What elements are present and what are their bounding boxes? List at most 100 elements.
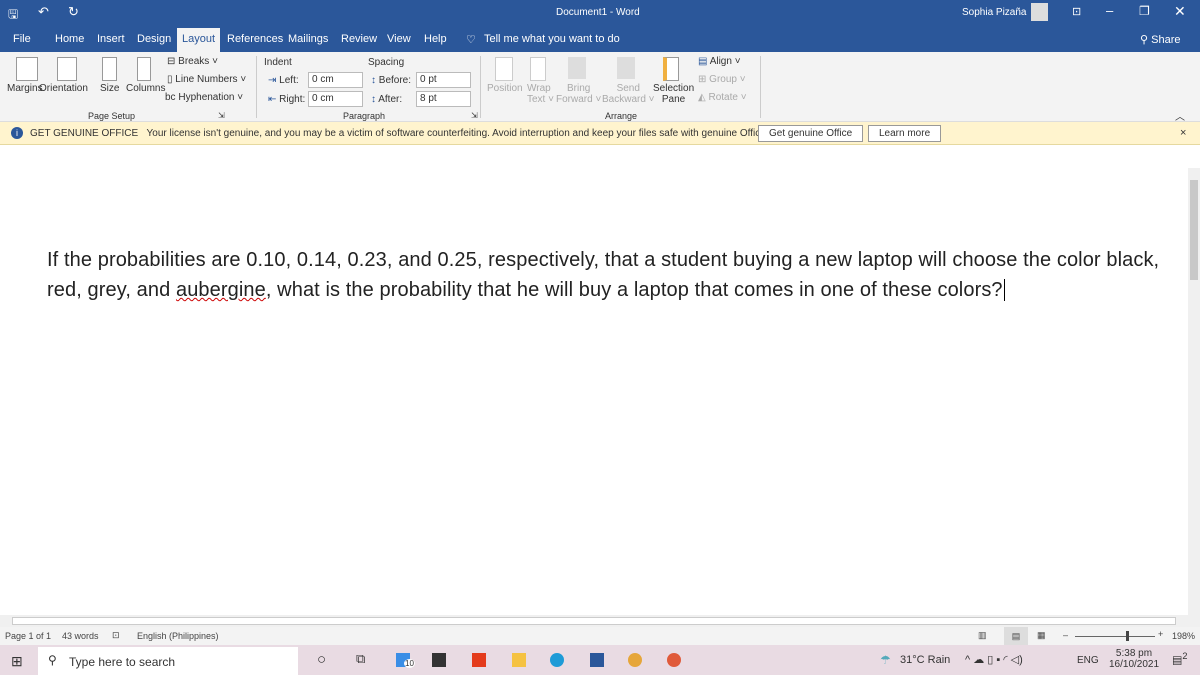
read-mode-icon[interactable]: ▥ [978, 630, 987, 641]
dialog-launcher-icon[interactable]: ⇲ [471, 111, 478, 120]
text-cursor [1003, 279, 1005, 301]
weather[interactable]: 31°C Rain [900, 654, 950, 666]
position-button[interactable]: Position [487, 83, 523, 94]
tab-file[interactable]: File [13, 33, 31, 45]
zoom-slider-thumb[interactable] [1126, 631, 1129, 641]
columns-icon [137, 57, 151, 81]
word-icon[interactable] [590, 653, 604, 667]
document-body[interactable]: If the probabilities are 0.10, 0.14, 0.2… [47, 245, 1167, 305]
windows-start-icon[interactable]: ⊞ [11, 653, 23, 670]
group-button[interactable]: ⊞ Group ˅ [698, 74, 746, 85]
size-button[interactable]: Size [100, 83, 119, 94]
restore-icon[interactable]: ❐ [1139, 4, 1150, 18]
web-layout-icon[interactable]: ▦ [1037, 630, 1046, 641]
cortana-icon[interactable]: ○ [317, 651, 326, 668]
misspelled-word[interactable]: aubergine [176, 279, 266, 301]
store-icon[interactable] [432, 653, 446, 667]
mail-icon[interactable]: 10 [396, 653, 415, 668]
page-count[interactable]: Page 1 of 1 [5, 631, 51, 641]
clock[interactable]: 5:38 pm 16/10/2021 [1109, 648, 1159, 670]
ribbon: Margins Orientation Size Columns ⊟ Break… [0, 52, 1200, 123]
tab-references[interactable]: References [227, 33, 283, 45]
chrome-profile-icon[interactable] [667, 653, 681, 667]
horizontal-scrollbar[interactable] [0, 615, 1200, 627]
license-banner: i GET GENUINE OFFICE Your license isn't … [0, 122, 1200, 145]
tab-view[interactable]: View [387, 33, 411, 45]
hyphenation-button[interactable]: bc Hyphenation ˅ [165, 92, 243, 103]
size-icon [102, 57, 117, 81]
proofing-icon[interactable]: ⊡ [112, 630, 120, 641]
chrome-icon[interactable] [628, 653, 642, 667]
zoom-slider[interactable] [1075, 636, 1155, 637]
selection-pane-button[interactable]: Selection Pane [653, 83, 694, 105]
indent-right-input[interactable]: 0 cm [308, 91, 363, 107]
tray-icons[interactable]: ^ ☁ ▯ ▪ ◜ ◁) [965, 653, 1023, 666]
margins-button[interactable]: Margins [7, 83, 43, 94]
columns-button[interactable]: Columns [126, 83, 165, 94]
rotate-icon: ◭ [698, 92, 709, 103]
undo-icon[interactable]: ↶ [38, 4, 49, 20]
document-canvas[interactable] [0, 145, 1188, 615]
body-text: , what is the probability that he will b… [265, 279, 1003, 301]
task-view-icon[interactable]: ⧉ [356, 651, 365, 667]
dialog-launcher-icon[interactable]: ⇲ [218, 111, 225, 120]
line-numbers-button[interactable]: ▯ Line Numbers ˅ [167, 74, 246, 85]
avatar[interactable] [1031, 3, 1048, 21]
file-explorer-icon[interactable] [512, 653, 526, 667]
tab-mailings[interactable]: Mailings [288, 33, 328, 45]
indent-left-input[interactable]: 0 cm [308, 72, 363, 88]
window-title: Document1 - Word [556, 7, 640, 18]
wrap-text-button[interactable]: Wrap Text ˅ [527, 83, 554, 105]
bring-forward-button[interactable]: Bring Forward ˅ [556, 83, 601, 105]
divider [256, 56, 257, 118]
tab-design[interactable]: Design [137, 33, 171, 45]
office-icon[interactable] [472, 653, 486, 667]
edge-icon[interactable] [550, 653, 564, 667]
scroll-thumb[interactable] [12, 617, 1176, 625]
tab-help[interactable]: Help [424, 33, 447, 45]
person-icon: ⚲ [1140, 34, 1152, 46]
get-genuine-office-button[interactable]: Get genuine Office [758, 125, 864, 142]
word-count[interactable]: 43 words [62, 631, 99, 641]
tab-insert[interactable]: Insert [97, 33, 125, 45]
search-icon: ⚲ [48, 653, 57, 667]
indent-right-label: ⇤ Right: [268, 94, 306, 105]
zoom-in-button[interactable]: + [1158, 629, 1163, 639]
minimize-icon[interactable]: – [1106, 3, 1113, 18]
collapse-ribbon-icon[interactable]: ︿ [1175, 108, 1185, 123]
share-button[interactable]: ⚲ Share [1140, 33, 1180, 46]
tell-me-search[interactable]: Tell me what you want to do [484, 33, 620, 45]
taskbar-search[interactable]: ⚲ Type here to search [38, 647, 298, 675]
redo-icon[interactable]: ↻ [68, 4, 79, 20]
spacing-before-input[interactable]: 0 pt [416, 72, 471, 88]
spacing-after-label: ↕ After: [371, 94, 403, 105]
send-backward-button[interactable]: Send Backward ˅ [602, 83, 655, 105]
align-button[interactable]: ▤ Align ˅ [698, 56, 741, 67]
orientation-button[interactable]: Orientation [39, 83, 88, 94]
print-layout-icon[interactable]: ▤ [1004, 627, 1028, 645]
notifications-icon[interactable]: ▤2 [1172, 651, 1188, 667]
tab-home[interactable]: Home [55, 33, 84, 45]
breaks-button[interactable]: ⊟ Breaks ˅ [167, 56, 218, 67]
zoom-level[interactable]: 198% [1172, 631, 1195, 641]
page-setup-group-label: Page Setup [88, 111, 136, 121]
vertical-scrollbar[interactable] [1188, 168, 1200, 615]
rotate-button[interactable]: ◭ Rotate ˅ [698, 92, 747, 103]
spacing-label: Spacing [368, 57, 405, 68]
close-banner-icon[interactable]: × [1180, 127, 1186, 139]
close-icon[interactable]: ✕ [1174, 3, 1186, 20]
tab-review[interactable]: Review [341, 33, 377, 45]
spacing-after-input[interactable]: 8 pt [416, 91, 471, 107]
language[interactable]: English (Philippines) [137, 631, 219, 641]
zoom-out-button[interactable]: – [1063, 630, 1068, 640]
input-language[interactable]: ENG [1077, 655, 1099, 666]
tab-layout[interactable]: Layout [177, 28, 221, 52]
save-icon[interactable]: 🖫 [8, 5, 18, 26]
taskbar: ⊞ ⚲ Type here to search ○ ⧉ 10 ☂ 31°C Ra… [0, 645, 1200, 675]
hyphenation-icon: bc [165, 92, 179, 103]
ribbon-display-icon[interactable]: ⊡ [1072, 5, 1081, 18]
user-name[interactable]: Sophia Pizaña [962, 7, 1027, 18]
scroll-thumb[interactable] [1190, 180, 1198, 280]
learn-more-button[interactable]: Learn more [868, 125, 942, 142]
arrange-group-label: Arrange [605, 111, 638, 121]
